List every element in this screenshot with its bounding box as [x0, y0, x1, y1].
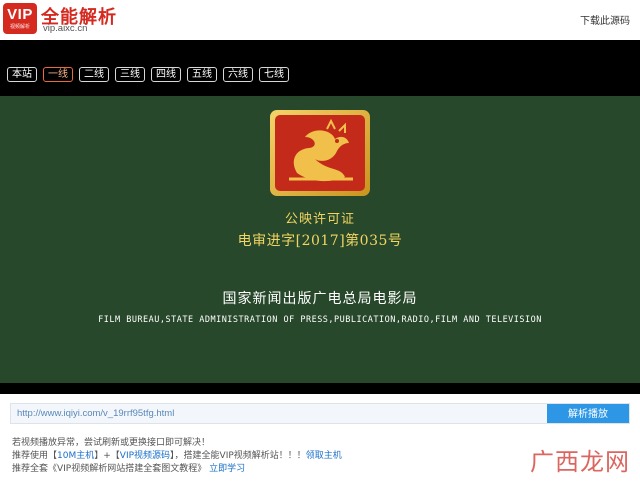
parse-play-button[interactable]: 解析播放 [547, 404, 629, 423]
notice-text: 推荐全套《VIP视频解析网站搭建全套图文教程》 [12, 464, 207, 474]
claim-host-link[interactable]: 领取主机 [306, 451, 342, 461]
header: VIP 视频解析 全能解析 vip.aixc.cn 下载此源码 [0, 0, 640, 38]
line-tab-4[interactable]: 四线 [151, 67, 181, 82]
dragon-emblem-background [275, 115, 365, 191]
dragon-emblem-icon [270, 110, 370, 196]
line-tab-0[interactable]: 本站 [7, 67, 37, 82]
line-tab-5[interactable]: 五线 [187, 67, 217, 82]
line-tabs: 本站 一线 二线 三线 四线 五线 六线 七线 [7, 67, 289, 82]
download-source-link[interactable]: 下载此源码 [580, 12, 630, 27]
vip-source-link[interactable]: VIP视频源码 [120, 451, 170, 461]
url-bar: 解析播放 [10, 403, 630, 424]
notice-text: 】+【 [94, 451, 120, 461]
bureau-name-en: FILM BUREAU,STATE ADMINISTRATION OF PRES… [98, 315, 542, 325]
logo-subtext: 视频解析 [9, 24, 30, 30]
logo-vip-text: VIP [7, 6, 33, 23]
notice-line-2: 推荐使用【10M主机】+【VIP视频源码】，搭建全能VIP视频解析站！！！领取主… [12, 450, 342, 463]
line-tab-6[interactable]: 六线 [223, 67, 253, 82]
hosting-link[interactable]: 10M主机 [57, 451, 94, 461]
line-tab-1[interactable]: 一线 [43, 67, 73, 82]
video-frame[interactable]: 公映许可证 电审进字[2017]第035号 国家新闻出版广电总局电影局 FILM… [0, 96, 640, 383]
line-tab-3[interactable]: 三线 [115, 67, 145, 82]
notice-line-3: 推荐全套《VIP视频解析网站搭建全套图文教程》 立即学习 [12, 463, 342, 476]
bureau-name-cn: 国家新闻出版广电总局电影局 [222, 291, 418, 307]
learn-now-link[interactable]: 立即学习 [209, 464, 245, 474]
license-title: 公映许可证 [284, 212, 355, 227]
video-url-input[interactable] [11, 404, 559, 423]
notice-text: 】，搭建全能VIP视频解析站！！！ [170, 451, 306, 461]
notices: 若视频播放异常，尝试刷新或更换接口即可解决！ 推荐使用【10M主机】+【VIP视… [12, 437, 342, 476]
notice-line-1: 若视频播放异常，尝试刷新或更换接口即可解决！ [12, 438, 211, 448]
license-number: 电审进字[2017]第035号 [237, 233, 403, 249]
video-player[interactable]: 本站 一线 二线 三线 四线 五线 六线 七线 公映许可证 电审进字[2017]… [0, 40, 640, 394]
notice-text: 推荐使用【 [12, 451, 58, 461]
watermark: 广西龙网 [530, 448, 630, 476]
line-tab-2[interactable]: 二线 [79, 67, 109, 82]
site-url: vip.aixc.cn [43, 23, 88, 34]
dragon-icon [289, 118, 353, 182]
vip-logo[interactable]: VIP 视频解析 [3, 3, 37, 34]
line-tab-7[interactable]: 七线 [259, 67, 289, 82]
